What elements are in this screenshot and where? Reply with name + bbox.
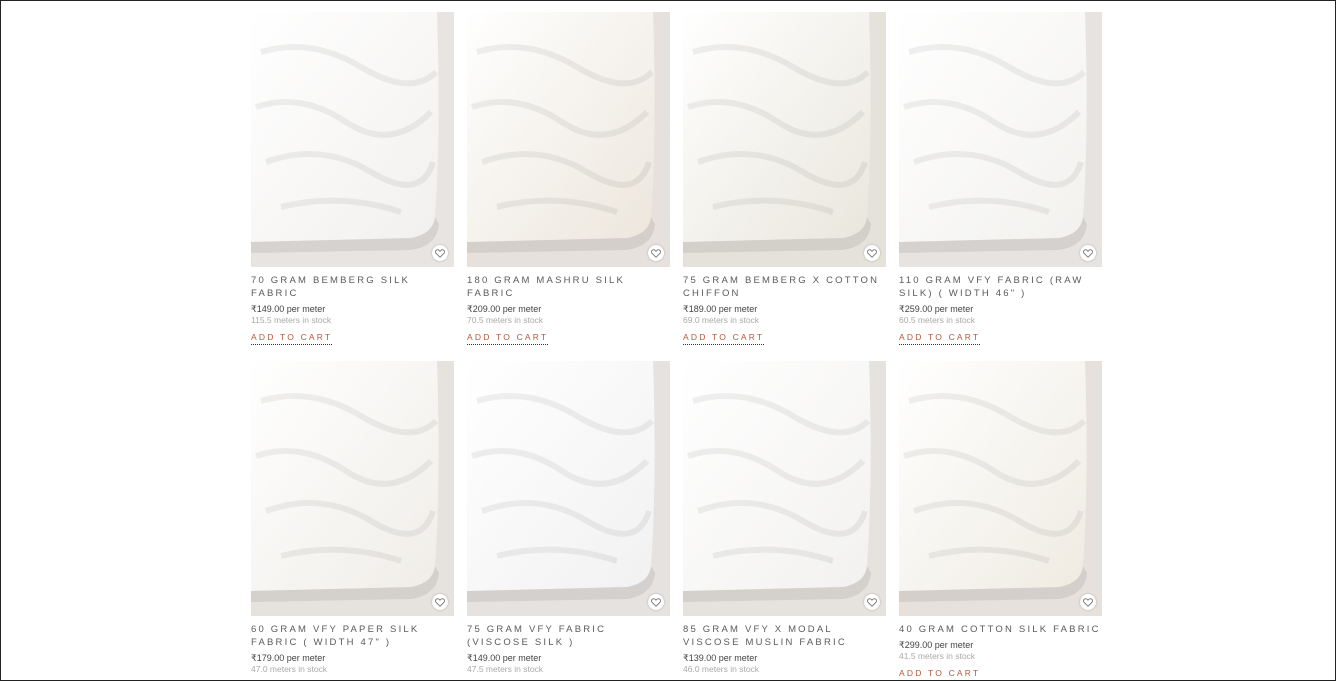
product-name[interactable]: 75 GRAM BEMBERG X COTTON CHIFFON <box>683 274 886 300</box>
product-image[interactable] <box>251 12 454 267</box>
product-price: ₹189.00 per meter <box>683 304 758 314</box>
add-to-cart-button[interactable]: ADD TO CART <box>899 668 980 680</box>
product-price: ₹179.00 per meter <box>251 653 326 663</box>
fabric-illustration <box>467 361 655 602</box>
fabric-illustration <box>899 12 1087 253</box>
add-to-cart-button[interactable]: ADD TO CART <box>899 332 981 345</box>
heart-icon <box>651 248 661 258</box>
product-image[interactable] <box>899 361 1102 616</box>
product-card[interactable]: 180 GRAM MASHRU SILK FABRIC ₹209.00 per m… <box>467 12 670 345</box>
product-card[interactable]: 75 GRAM BEMBERG X COTTON CHIFFON ₹189.00 … <box>683 12 886 345</box>
product-name[interactable]: 40 GRAM COTTON SILK FABRIC <box>899 623 1102 636</box>
stock-status: 60.5 meters in stock <box>899 315 976 325</box>
wishlist-button[interactable] <box>648 245 664 261</box>
fabric-illustration <box>251 12 439 253</box>
wishlist-button[interactable] <box>432 594 448 610</box>
stock-status: 47.5 meters in stock <box>467 664 544 674</box>
fabric-illustration <box>899 361 1087 602</box>
add-to-cart-button[interactable]: ADD TO CART <box>251 332 333 345</box>
stock-status: 41.5 meters in stock <box>899 651 976 661</box>
heart-icon <box>1083 248 1093 258</box>
product-price: ₹299.00 per meter <box>899 640 974 650</box>
wishlist-button[interactable] <box>1080 594 1096 610</box>
page-frame: 70 GRAM BEMBERG SILK FABRIC ₹149.00 per m… <box>0 0 1336 681</box>
product-card[interactable]: 75 GRAM VFY FABRIC (VISCOSE SILK ) ₹149.0… <box>467 361 670 680</box>
product-card[interactable]: 110 GRAM VFY FABRIC (RAW SILK) ( WIDTH 4… <box>899 12 1102 345</box>
add-to-cart-button[interactable]: ADD TO CART <box>467 332 549 345</box>
fabric-illustration <box>683 361 871 602</box>
fabric-illustration <box>467 12 655 253</box>
product-card[interactable]: 60 GRAM VFY PAPER SILK FABRIC ( WIDTH 47… <box>251 361 454 680</box>
product-name[interactable]: 110 GRAM VFY FABRIC (RAW SILK) ( WIDTH 4… <box>899 274 1102 300</box>
product-image[interactable] <box>467 361 670 616</box>
stock-status: 46.0 meters in stock <box>683 664 760 674</box>
wishlist-button[interactable] <box>648 594 664 610</box>
product-name[interactable]: 70 GRAM BEMBERG SILK FABRIC <box>251 274 454 300</box>
product-image[interactable] <box>467 12 670 267</box>
product-card[interactable]: 70 GRAM BEMBERG SILK FABRIC ₹149.00 per m… <box>251 12 454 345</box>
product-name[interactable]: 180 GRAM MASHRU SILK FABRIC <box>467 274 670 300</box>
add-to-cart-button[interactable]: ADD TO CART <box>683 332 765 345</box>
product-image[interactable] <box>683 361 886 616</box>
stock-status: 115.5 meters in stock <box>251 315 332 325</box>
wishlist-button[interactable] <box>864 594 880 610</box>
heart-icon <box>435 597 445 607</box>
heart-icon <box>651 597 661 607</box>
stock-status: 69.0 meters in stock <box>683 315 760 325</box>
heart-icon <box>1083 597 1093 607</box>
product-card[interactable]: 40 GRAM COTTON SILK FABRIC ₹299.00 per me… <box>899 361 1102 680</box>
wishlist-button[interactable] <box>1080 245 1096 261</box>
stock-status: 70.5 meters in stock <box>467 315 544 325</box>
product-price: ₹139.00 per meter <box>683 653 758 663</box>
product-image[interactable] <box>683 12 886 267</box>
heart-icon <box>867 597 877 607</box>
product-image[interactable] <box>251 361 454 616</box>
heart-icon <box>435 248 445 258</box>
wishlist-button[interactable] <box>432 245 448 261</box>
product-name[interactable]: 75 GRAM VFY FABRIC (VISCOSE SILK ) <box>467 623 670 649</box>
fabric-illustration <box>251 361 439 602</box>
heart-icon <box>867 248 877 258</box>
product-name[interactable]: 85 GRAM VFY X MODAL VISCOSE MUSLIN FABRI… <box>683 623 886 649</box>
wishlist-button[interactable] <box>864 245 880 261</box>
stock-status: 47.0 meters in stock <box>251 664 328 674</box>
product-price: ₹259.00 per meter <box>899 304 974 314</box>
product-name[interactable]: 60 GRAM VFY PAPER SILK FABRIC ( WIDTH 47… <box>251 623 454 649</box>
product-price: ₹149.00 per meter <box>467 653 542 663</box>
product-card[interactable]: 85 GRAM VFY X MODAL VISCOSE MUSLIN FABRI… <box>683 361 886 680</box>
product-image[interactable] <box>899 12 1102 267</box>
fabric-illustration <box>683 12 871 253</box>
product-price: ₹149.00 per meter <box>251 304 326 314</box>
product-grid: 70 GRAM BEMBERG SILK FABRIC ₹149.00 per m… <box>251 12 1103 680</box>
product-price: ₹209.00 per meter <box>467 304 542 314</box>
